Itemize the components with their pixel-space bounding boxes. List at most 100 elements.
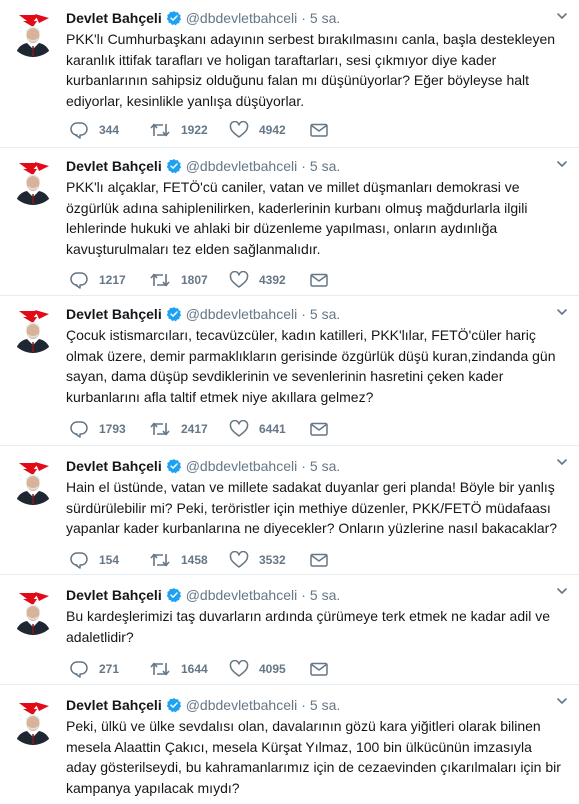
author-name[interactable]: Devlet Bahçeli bbox=[66, 697, 162, 713]
avatar[interactable] bbox=[9, 587, 57, 635]
retweet-count: 1458 bbox=[181, 553, 208, 567]
retweet-icon bbox=[149, 271, 171, 289]
reply-icon bbox=[69, 121, 89, 139]
verified-badge-icon bbox=[166, 458, 182, 478]
heart-icon bbox=[229, 271, 249, 289]
direct-message-button[interactable] bbox=[309, 120, 329, 140]
author-name[interactable]: Devlet Bahçeli bbox=[66, 158, 162, 174]
retweet-button[interactable]: 1644 bbox=[149, 659, 208, 679]
envelope-icon bbox=[309, 421, 329, 437]
like-button[interactable]: 3532 bbox=[229, 550, 286, 570]
verified-badge-icon bbox=[166, 697, 182, 717]
tweet-header: Devlet Bahçeli @dbdevletbahceli · 5 sa. bbox=[66, 586, 340, 607]
tweet[interactable]: Devlet Bahçeli @dbdevletbahceli · 5 sa. Pek… bbox=[0, 685, 579, 804]
verified-badge-icon bbox=[166, 158, 182, 178]
reply-button[interactable]: 154 bbox=[69, 550, 119, 570]
author-handle[interactable]: @dbdevletbahceli bbox=[186, 458, 298, 474]
author-handle[interactable]: @dbdevletbahceli bbox=[186, 10, 298, 26]
tweet-header: Devlet Bahçeli @dbdevletbahceli · 5 sa. bbox=[66, 305, 340, 326]
author-handle[interactable]: @dbdevletbahceli bbox=[186, 306, 298, 322]
retweet-button[interactable]: 1458 bbox=[149, 550, 208, 570]
tweet-header: Devlet Bahçeli @dbdevletbahceli · 5 sa. bbox=[66, 157, 340, 178]
tweet-timestamp[interactable]: 5 sa. bbox=[310, 587, 340, 603]
envelope-icon bbox=[309, 122, 329, 138]
direct-message-button[interactable] bbox=[309, 659, 329, 679]
like-button[interactable]: 4095 bbox=[229, 659, 286, 679]
avatar[interactable] bbox=[9, 697, 57, 745]
tweet-timestamp[interactable]: 5 sa. bbox=[310, 10, 340, 26]
heart-icon bbox=[229, 420, 249, 438]
verified-badge-icon bbox=[166, 10, 182, 30]
separator-dot: · bbox=[301, 306, 306, 322]
tweet[interactable]: Devlet Bahçeli @dbdevletbahceli · 5 sa. Bu … bbox=[0, 575, 579, 685]
retweet-button[interactable]: 1807 bbox=[149, 270, 208, 290]
direct-message-button[interactable] bbox=[309, 550, 329, 570]
direct-message-button[interactable] bbox=[309, 419, 329, 439]
chevron-down-icon[interactable] bbox=[555, 455, 569, 469]
author-name[interactable]: Devlet Bahçeli bbox=[66, 306, 162, 322]
envelope-icon bbox=[309, 552, 329, 568]
tweet-header: Devlet Bahçeli @dbdevletbahceli · 5 sa. bbox=[66, 9, 340, 30]
author-name[interactable]: Devlet Bahçeli bbox=[66, 587, 162, 603]
reply-button[interactable]: 1217 bbox=[69, 270, 126, 290]
like-button[interactable]: 6441 bbox=[229, 419, 286, 439]
author-name[interactable]: Devlet Bahçeli bbox=[66, 458, 162, 474]
envelope-icon bbox=[309, 661, 329, 677]
retweet-button[interactable]: 1922 bbox=[149, 120, 208, 140]
avatar[interactable] bbox=[9, 457, 57, 505]
retweet-button[interactable]: 2417 bbox=[149, 419, 208, 439]
retweet-count: 2417 bbox=[181, 422, 208, 436]
tweet-text: PKK'lı Cumhurbaşkanı adayının serbest bı… bbox=[66, 31, 556, 109]
reply-icon bbox=[69, 271, 89, 289]
tweet[interactable]: Devlet Bahçeli @dbdevletbahceli · 5 sa. PKK… bbox=[0, 0, 579, 148]
chevron-down-icon[interactable] bbox=[555, 584, 569, 598]
heart-icon bbox=[229, 660, 249, 678]
author-handle[interactable]: @dbdevletbahceli bbox=[186, 697, 298, 713]
like-button[interactable]: 4392 bbox=[229, 270, 286, 290]
tweet[interactable]: Devlet Bahçeli @dbdevletbahceli · 5 sa. Hai… bbox=[0, 446, 579, 575]
tweet-timestamp[interactable]: 5 sa. bbox=[310, 306, 340, 322]
author-handle[interactable]: @dbdevletbahceli bbox=[186, 158, 298, 174]
like-button[interactable]: 4942 bbox=[229, 120, 286, 140]
tweet-timestamp[interactable]: 5 sa. bbox=[310, 697, 340, 713]
reply-count: 154 bbox=[99, 553, 120, 567]
tweet-text: Peki, ülkü ve ülke sevdalısı olan, daval… bbox=[66, 718, 561, 796]
avatar[interactable] bbox=[9, 9, 57, 57]
reply-count: 271 bbox=[99, 662, 120, 676]
retweet-icon bbox=[149, 121, 171, 139]
reply-button[interactable]: 271 bbox=[69, 659, 119, 679]
reply-button[interactable]: 1793 bbox=[69, 419, 126, 439]
tweet[interactable]: Devlet Bahçeli @dbdevletbahceli · 5 sa. Çoc… bbox=[0, 296, 579, 446]
chevron-down-icon[interactable] bbox=[555, 157, 569, 171]
tweet-timestamp[interactable]: 5 sa. bbox=[310, 158, 340, 174]
tweet-header: Devlet Bahçeli @dbdevletbahceli · 5 sa. bbox=[66, 696, 340, 717]
reply-icon bbox=[69, 551, 89, 569]
tweet-text: PKK'lı alçaklar, FETÖ'cü caniler, vatan … bbox=[66, 179, 528, 257]
heart-icon bbox=[229, 551, 249, 569]
reply-count: 1793 bbox=[99, 422, 126, 436]
reply-button[interactable]: 344 bbox=[69, 120, 119, 140]
retweet-icon bbox=[149, 420, 171, 438]
like-count: 3532 bbox=[259, 553, 286, 567]
separator-dot: · bbox=[301, 697, 306, 713]
reply-count: 344 bbox=[99, 123, 120, 137]
chevron-down-icon[interactable] bbox=[555, 694, 569, 708]
direct-message-button[interactable] bbox=[309, 270, 329, 290]
like-count: 4095 bbox=[259, 662, 286, 676]
author-name[interactable]: Devlet Bahçeli bbox=[66, 10, 162, 26]
author-handle[interactable]: @dbdevletbahceli bbox=[186, 587, 298, 603]
tweet-timeline: Devlet Bahçeli @dbdevletbahceli · 5 sa. PKK… bbox=[0, 0, 579, 804]
like-count: 6441 bbox=[259, 422, 286, 436]
avatar[interactable] bbox=[9, 305, 57, 353]
tweet-header: Devlet Bahçeli @dbdevletbahceli · 5 sa. bbox=[66, 457, 340, 478]
tweet[interactable]: Devlet Bahçeli @dbdevletbahceli · 5 sa. PKK… bbox=[0, 148, 579, 296]
chevron-down-icon[interactable] bbox=[555, 305, 569, 319]
tweet-timestamp[interactable]: 5 sa. bbox=[310, 458, 340, 474]
like-count: 4392 bbox=[259, 273, 286, 287]
retweet-count: 1922 bbox=[181, 123, 208, 137]
chevron-down-icon[interactable] bbox=[555, 9, 569, 23]
tweet-text: Bu kardeşlerimizi taş duvarların ardında… bbox=[66, 608, 550, 645]
avatar[interactable] bbox=[9, 157, 57, 205]
reply-count: 1217 bbox=[99, 273, 126, 287]
verified-badge-icon bbox=[166, 587, 182, 607]
